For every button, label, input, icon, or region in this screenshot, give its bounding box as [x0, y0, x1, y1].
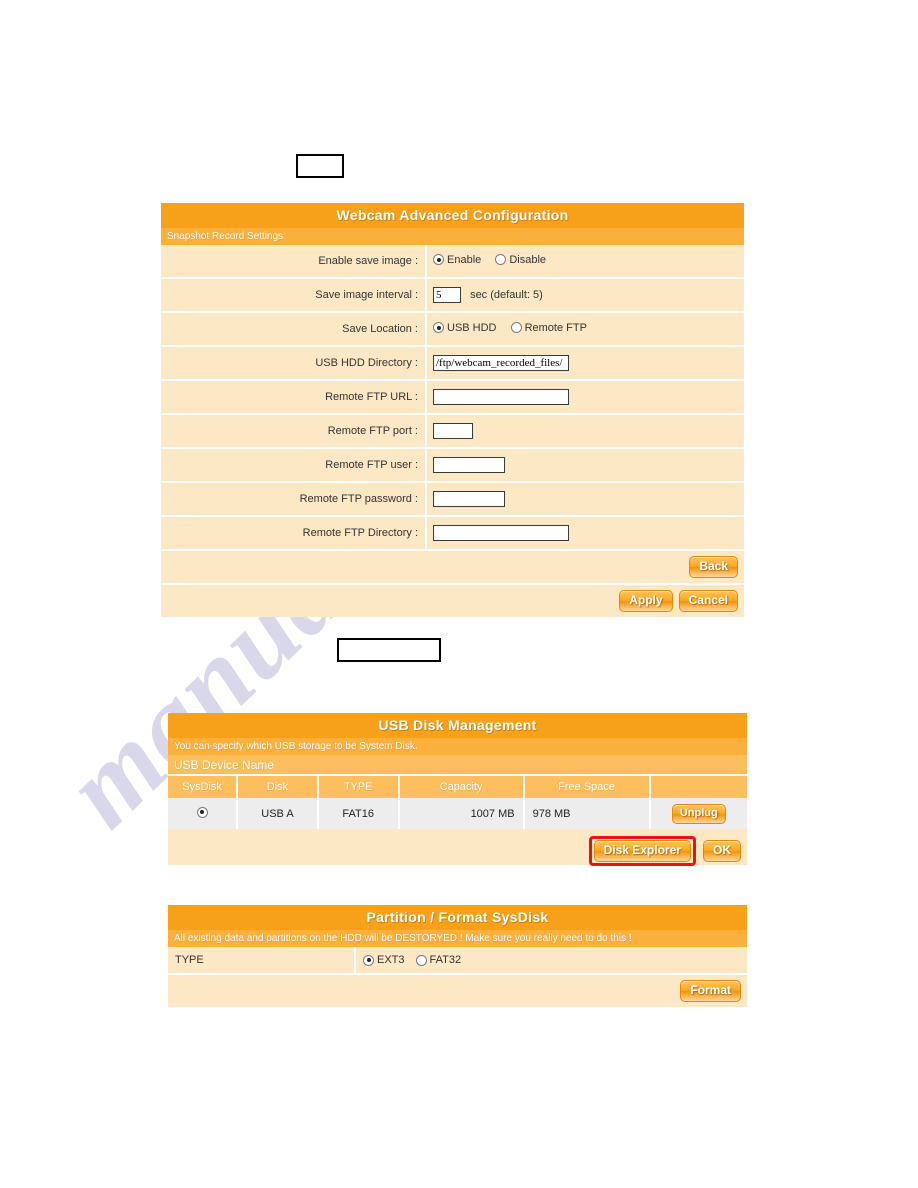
label-remote-ftp-directory: Remote FTP Directory :	[161, 516, 427, 550]
label-partition-type: TYPE	[168, 947, 356, 973]
radio-icon-disable[interactable]	[495, 254, 507, 266]
label-enable-save-image: Enable save image :	[161, 245, 427, 278]
radio-label-disable: Disable	[509, 253, 547, 266]
radio-enable-save-image-enable[interactable]: Enable	[433, 254, 481, 266]
blank-callout-top	[296, 154, 344, 178]
blank-callout-middle	[337, 638, 441, 662]
usb-disk-table: SysDisk Disk TYPE Capacity Free Space US…	[168, 776, 747, 829]
remote-ftp-port-input[interactable]	[433, 423, 473, 439]
cell-type: FAT16	[317, 798, 400, 829]
value-remote-ftp-password	[426, 482, 744, 516]
table-row-usb-hdd-directory: USB HDD Directory :	[161, 346, 744, 380]
radio-label-enable: Enable	[447, 253, 482, 266]
webcam-settings-table: Enable save image : Enable Disable Save …	[161, 245, 744, 551]
radio-label-usb-hdd: USB HDD	[447, 321, 497, 334]
table-row-remote-ftp-url: Remote FTP URL :	[161, 380, 744, 414]
label-save-location: Save Location :	[161, 312, 427, 346]
label-remote-ftp-url: Remote FTP URL :	[161, 380, 427, 414]
radio-save-location-remote-ftp[interactable]: Remote FTP	[510, 321, 587, 334]
value-save-location: USB HDD Remote FTP	[426, 312, 744, 346]
webcam-apply-cancel-button-bar: Apply Cancel	[161, 585, 744, 617]
table-row-remote-ftp-port: Remote FTP port :	[161, 414, 744, 448]
column-header-capacity: Capacity	[398, 776, 525, 798]
remote-ftp-directory-input[interactable]	[433, 525, 569, 541]
value-enable-save-image: Enable Disable	[426, 245, 744, 278]
table-header-row: SysDisk Disk TYPE Capacity Free Space	[168, 776, 747, 798]
disk-explorer-button[interactable]: Disk Explorer	[593, 840, 691, 862]
radio-partition-type-fat32[interactable]: FAT32	[415, 954, 462, 966]
cell-sysdisk-radio[interactable]	[168, 798, 239, 829]
table-row-remote-ftp-user: Remote FTP user :	[161, 448, 744, 482]
column-header-sysdisk: SysDisk	[168, 776, 239, 798]
radio-partition-type-ext3[interactable]: EXT3	[363, 954, 405, 966]
partition-button-bar: Format	[168, 975, 747, 1007]
radio-icon-sysdisk-usb-a[interactable]	[196, 806, 208, 818]
table-row-partition-type: TYPE EXT3 FAT32	[168, 947, 747, 975]
cell-capacity: 1007 MB	[398, 798, 525, 829]
save-image-interval-suffix: sec (default: 5)	[470, 289, 543, 301]
partition-panel-subtitle: All existing data and partitions on the …	[168, 930, 747, 947]
webcam-panel-title: Webcam Advanced Configuration	[161, 203, 744, 228]
column-header-action	[649, 776, 747, 798]
radio-icon-fat32[interactable]	[415, 954, 427, 966]
radio-icon-enable[interactable]	[433, 254, 444, 266]
cell-action: Unplug	[649, 798, 747, 829]
table-row-remote-ftp-directory: Remote FTP Directory :	[161, 516, 744, 550]
label-save-image-interval: Save image interval :	[161, 278, 427, 312]
ok-button[interactable]: OK	[703, 839, 741, 862]
usb-panel-subtitle: You can specify which USB storage to be …	[168, 738, 747, 755]
cancel-button[interactable]: Cancel	[678, 590, 738, 612]
table-row-save-image-interval: Save image interval : sec (default: 5)	[161, 278, 744, 312]
table-row-enable-save-image: Enable save image : Enable Disable	[161, 245, 744, 278]
format-button[interactable]: Format	[680, 980, 741, 1002]
partition-format-sysdisk-panel: Partition / Format SysDisk All existing …	[168, 905, 747, 1007]
usb-panel-title: USB Disk Management	[168, 713, 747, 738]
disk-explorer-highlight: Disk Explorer	[588, 836, 696, 866]
usb-device-name-header: USB Device Name	[168, 755, 747, 776]
radio-label-fat32: FAT32	[429, 954, 462, 966]
apply-button[interactable]: Apply	[619, 590, 673, 612]
value-usb-hdd-directory	[426, 346, 744, 380]
partition-panel-title: Partition / Format SysDisk	[168, 905, 747, 930]
label-usb-hdd-directory: USB HDD Directory :	[161, 346, 427, 380]
radio-icon-usb-hdd[interactable]	[433, 322, 444, 334]
save-image-interval-input[interactable]	[433, 287, 461, 303]
remote-ftp-user-input[interactable]	[433, 457, 505, 473]
value-save-image-interval: sec (default: 5)	[426, 278, 744, 312]
usb-hdd-directory-input[interactable]	[433, 355, 569, 371]
radio-icon-ext3[interactable]	[363, 954, 374, 966]
back-button[interactable]: Back	[689, 556, 738, 578]
radio-label-ext3: EXT3	[377, 954, 405, 966]
table-row-save-location: Save Location : USB HDD Remote FTP	[161, 312, 744, 346]
usb-button-bar: Disk Explorer OK	[168, 829, 747, 866]
value-remote-ftp-port	[426, 414, 744, 448]
webcam-back-button-bar: Back	[161, 551, 744, 583]
radio-icon-remote-ftp[interactable]	[510, 322, 522, 334]
cell-disk: USB A	[237, 798, 319, 829]
column-header-free-space: Free Space	[523, 776, 651, 798]
column-header-type: TYPE	[317, 776, 400, 798]
value-remote-ftp-directory	[426, 516, 744, 550]
webcam-advanced-configuration-panel: Webcam Advanced Configuration Snapshot R…	[161, 203, 744, 617]
label-remote-ftp-user: Remote FTP user :	[161, 448, 427, 482]
column-header-disk: Disk	[237, 776, 319, 798]
unplug-button[interactable]: Unplug	[671, 803, 726, 824]
table-row: USB A FAT16 1007 MB 978 MB Unplug	[168, 798, 747, 829]
cell-free-space: 978 MB	[523, 798, 651, 829]
value-partition-type: EXT3 FAT32	[356, 954, 472, 966]
table-row-remote-ftp-password: Remote FTP password :	[161, 482, 744, 516]
radio-save-location-usb-hdd[interactable]: USB HDD	[433, 322, 497, 334]
webcam-panel-subtitle: Snapshot Record Settings	[161, 228, 744, 245]
label-remote-ftp-password: Remote FTP password :	[161, 482, 427, 516]
remote-ftp-url-input[interactable]	[433, 389, 569, 405]
remote-ftp-password-input[interactable]	[433, 491, 505, 507]
usb-disk-management-panel: USB Disk Management You can specify whic…	[168, 713, 747, 866]
radio-enable-save-image-disable[interactable]: Disable	[495, 254, 546, 266]
radio-label-remote-ftp: Remote FTP	[524, 321, 587, 334]
value-remote-ftp-url	[426, 380, 744, 414]
value-remote-ftp-user	[426, 448, 744, 482]
label-remote-ftp-port: Remote FTP port :	[161, 414, 427, 448]
